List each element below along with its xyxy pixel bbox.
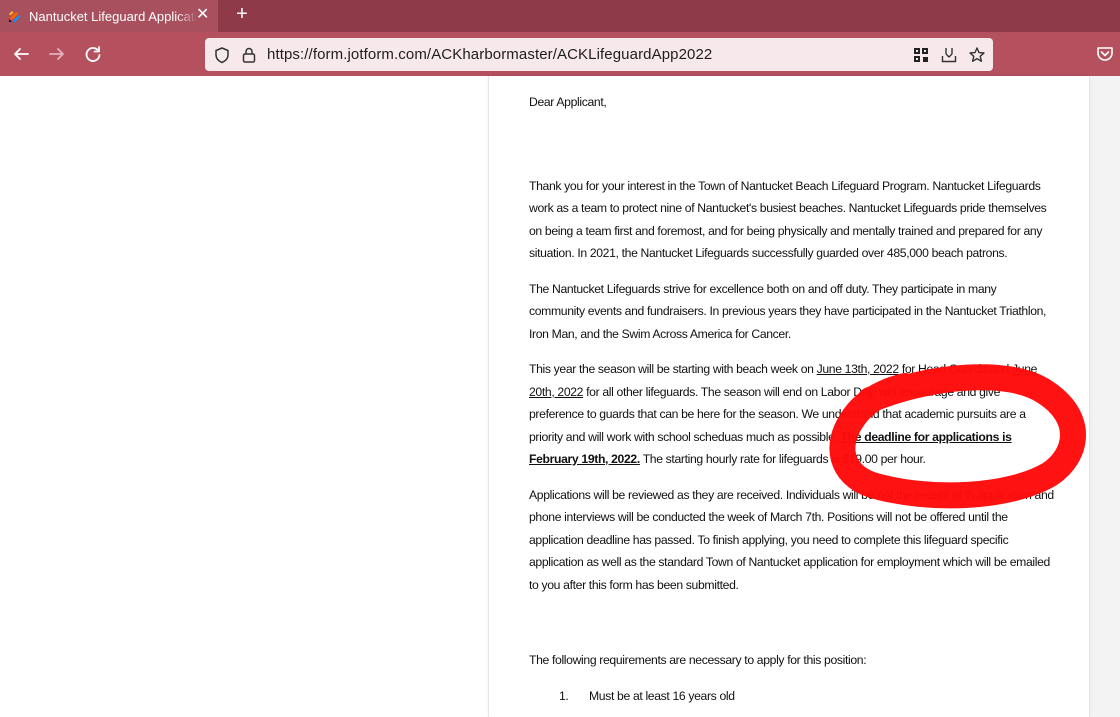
back-arrow-icon[interactable] (10, 43, 32, 65)
requirements-intro: The following requirements are necessary… (529, 653, 867, 667)
reload-icon[interactable] (82, 43, 104, 65)
paragraph-season: This year the season will be starting wi… (529, 362, 1038, 466)
tab-title: Nantucket Lifeguard Application (29, 8, 197, 24)
date-head-guards: June 13th, 2022 (816, 362, 900, 376)
download-tray-icon[interactable] (940, 46, 958, 64)
forward-arrow-icon[interactable] (46, 43, 68, 65)
pocket-icon[interactable] (1094, 43, 1116, 65)
paragraph-review: Applications will be reviewed as they ar… (529, 487, 1054, 592)
list-item: 1. Must be at least 16 years old (559, 688, 735, 703)
shield-icon[interactable] (213, 46, 231, 64)
new-tab-button[interactable]: + (232, 4, 252, 24)
jotform-favicon-icon (9, 11, 21, 23)
requirements-list: 1. Must be at least 16 years old (529, 685, 1054, 708)
address-bar[interactable]: https://form.jotform.com/ACKharbormaster… (205, 38, 993, 71)
url-text[interactable]: https://form.jotform.com/ACKharbormaster… (267, 46, 712, 63)
active-tab[interactable]: Nantucket Lifeguard Application ✕ (0, 0, 218, 32)
letter-content: Dear Applicant, Thank you for your inter… (529, 91, 1054, 707)
bookmark-star-icon[interactable] (968, 46, 986, 64)
tab-close-icon[interactable]: ✕ (196, 6, 209, 24)
form-card: Dear Applicant, Thank you for your inter… (489, 76, 1089, 717)
tab-strip: Nantucket Lifeguard Application ✕ + (0, 0, 1120, 32)
page-background-right (1089, 76, 1120, 717)
page-background-left (0, 76, 488, 717)
greeting: Dear Applicant, (529, 95, 607, 109)
paragraph-intro: Thank you for your interest in the Town … (529, 178, 1047, 261)
paragraph-community: The Nantucket Lifeguards strive for exce… (529, 281, 1047, 341)
qr-code-icon[interactable] (912, 46, 930, 64)
lock-icon[interactable] (240, 46, 258, 64)
